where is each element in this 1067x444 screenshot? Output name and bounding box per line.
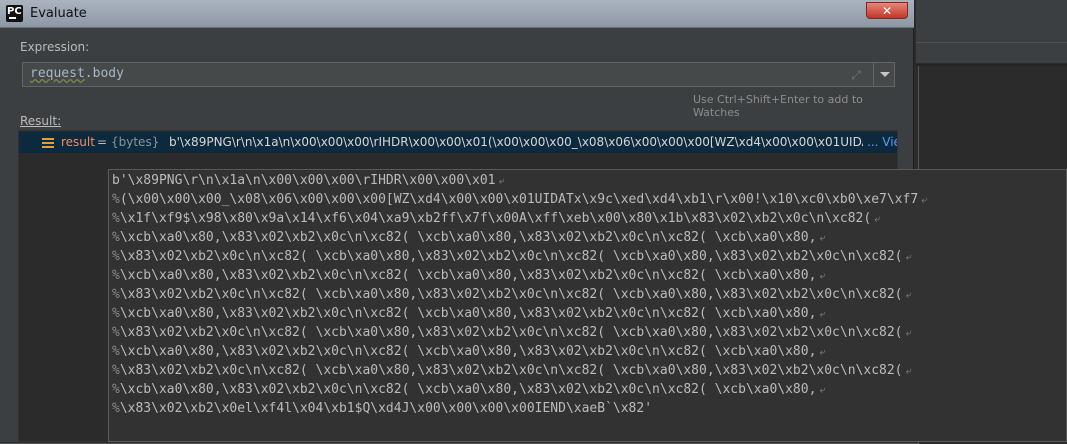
expression-text[interactable]: request.body <box>30 66 124 81</box>
wrap-icon: ⤶ <box>819 271 826 282</box>
variable-value: b'\x89PNG\r\n\x1a\n\x00\x00\x00\rIHDR\x0… <box>169 135 869 149</box>
wrap-icon: ⤶ <box>905 328 912 339</box>
watches-hint: Use Ctrl+Shift+Enter to add to Watches <box>693 93 863 119</box>
popup-line: %\x83\x02\xb2\x0c\n\xc82( \xcb\xa0\x80,\… <box>112 361 915 380</box>
window-title: Evaluate <box>30 6 87 21</box>
wrap-icon: ⤶ <box>905 290 912 301</box>
expression-object: request <box>30 66 85 81</box>
wrap-icon: ⤶ <box>819 385 826 396</box>
expression-label: Expression: <box>20 40 90 54</box>
popup-line: %\xcb\xa0\x80,\x83\x02\xb2\x0c\n\xc82( \… <box>112 380 828 399</box>
pycharm-icon: PC <box>6 5 23 22</box>
view-link[interactable]: ... View <box>863 132 897 153</box>
title-bar[interactable]: PC Evaluate ✕ <box>0 0 914 28</box>
background-toolbar <box>916 43 1067 64</box>
close-button[interactable]: ✕ <box>866 2 908 19</box>
wrap-icon: ⤶ <box>819 309 826 320</box>
result-label: Result: <box>20 114 62 128</box>
popup-line: %\xcb\xa0\x80,\x83\x02\xb2\x0c\n\xc82( \… <box>112 304 828 323</box>
background-toolbar <box>916 18 1067 43</box>
popup-line: %\xcb\xa0\x80,\x83\x02\xb2\x0c\n\xc82( \… <box>112 342 828 361</box>
wrap-icon: ⤶ <box>819 347 826 358</box>
history-dropdown-button[interactable] <box>873 63 895 86</box>
background-toolbar <box>916 0 1067 19</box>
wrap-icon: ⤶ <box>498 176 505 187</box>
popup-line: %\x83\x02\xb2\x0c\n\xc82( \xcb\xa0\x80,\… <box>112 247 915 266</box>
popup-line: %\xcb\xa0\x80,\x83\x02\xb2\x0c\n\xc82( \… <box>112 228 828 247</box>
expand-icon[interactable]: ⤢ <box>848 67 864 83</box>
variable-icon <box>42 138 54 148</box>
wrap-icon: ⤶ <box>905 252 912 263</box>
popup-line: %\x83\x02\xb2\x0c\n\xc82( \xcb\xa0\x80,\… <box>112 323 915 342</box>
background-divider <box>916 64 1067 66</box>
popup-line: %(\x00\x00\x00_\x08\x06\x00\x00\x00[WZ\x… <box>112 190 930 209</box>
popup-line: b'\x89PNG\r\n\x1a\n\x00\x00\x00\rIHDR\x0… <box>112 171 508 190</box>
variable-type: {bytes} <box>111 135 160 149</box>
chevron-down-icon <box>880 72 890 77</box>
equals-sign: = <box>97 135 108 149</box>
wrap-icon: ⤶ <box>819 233 826 244</box>
popup-line: %\x83\x02\xb2\x0el\xf4l\x04\xb1$Q\xd4J\x… <box>112 401 653 416</box>
wrap-icon: ⤶ <box>905 366 912 377</box>
result-row[interactable]: result = {bytes} b'\x89PNG\r\n\x1a\n\x00… <box>19 132 897 153</box>
value-popup[interactable]: b'\x89PNG\r\n\x1a\n\x00\x00\x00\rIHDR\x0… <box>108 169 1067 442</box>
wrap-icon: ⤶ <box>921 195 927 206</box>
expression-input[interactable]: request.body ⤢ <box>22 62 895 87</box>
variable-name: result <box>61 135 95 149</box>
popup-line: %\xcb\xa0\x80,\x83\x02\xb2\x0c\n\xc82( \… <box>112 266 828 285</box>
wrap-icon: ⤶ <box>874 214 880 225</box>
popup-line: %\x83\x02\xb2\x0c\n\xc82( \xcb\xa0\x80,\… <box>112 285 915 304</box>
popup-line: %\x1f\xf9$\x98\x80\x9a\x14\xf6\x04\xa9\x… <box>112 209 883 228</box>
expression-attribute: .body <box>84 66 124 81</box>
